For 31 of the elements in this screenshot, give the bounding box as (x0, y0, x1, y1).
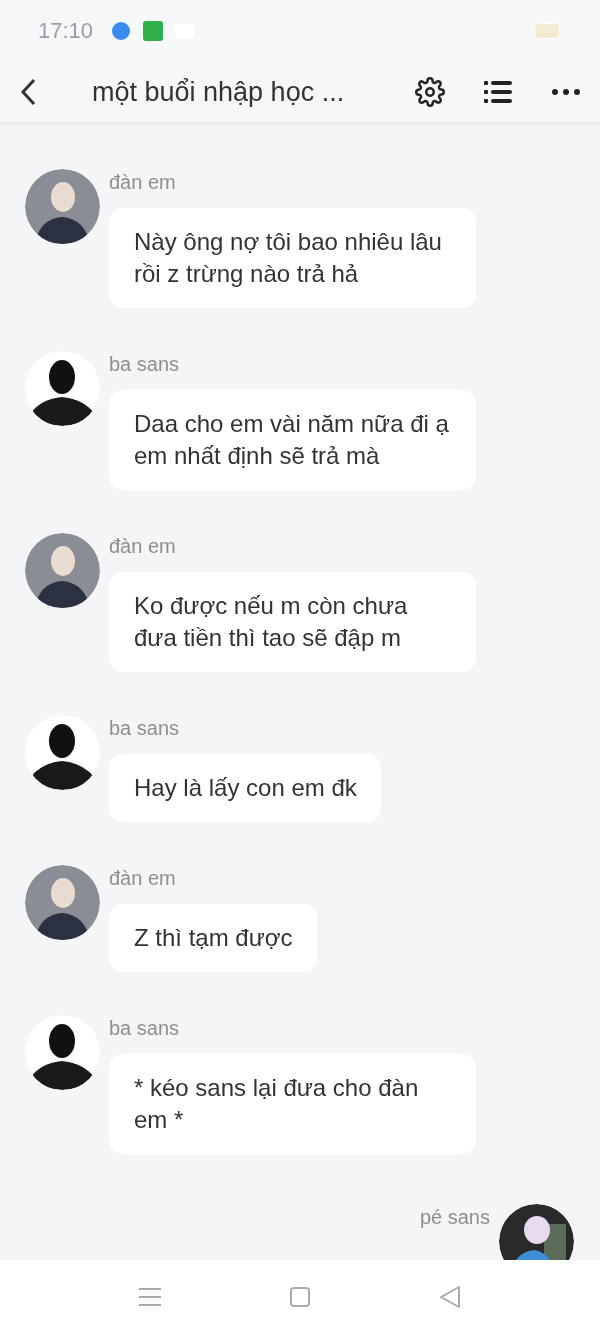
menu-icon (139, 1287, 161, 1306)
back-chevron-icon (20, 78, 36, 106)
message-bubble: Daa cho em vài năm nữa đi ạ em nhất định sẽ trả mà (109, 390, 476, 490)
settings-icon (415, 77, 445, 107)
sender-name: ba sans (109, 1017, 180, 1040)
list-icon (484, 80, 512, 104)
avatar-silhouette-icon (25, 715, 100, 790)
avatar-silhouette-icon (25, 1015, 100, 1090)
sender-name: đàn em (109, 867, 176, 890)
avatar-figure-icon (25, 169, 100, 244)
sender-name: ba sans (109, 717, 180, 740)
avatar-figure-icon (25, 865, 100, 940)
message-bubble: Hay là lấy con em đk (109, 754, 381, 822)
triangle-icon (439, 1284, 461, 1309)
status-time: 17:10 (38, 18, 94, 44)
sender-name: pé sans (419, 1206, 490, 1229)
battery-icon (534, 23, 562, 39)
avatar-silhouette-icon (25, 351, 100, 426)
message-bubble: * kéo sans lại đưa cho đàn em * (109, 1054, 476, 1154)
sender-name: đàn em (109, 171, 176, 194)
app-notification-icon (111, 21, 132, 41)
message-bubble: Này ông nợ tôi bao nhiêu lâu rồi z trừng nào trả hả (109, 208, 476, 308)
avatar-figure-icon (25, 533, 100, 608)
message-bubble: Ko được nếu m còn chưa đưa tiền thì tao sẽ đập m (109, 572, 476, 672)
square-icon (290, 1286, 310, 1307)
app-notification-icon (143, 21, 164, 41)
sender-name: ba sans (109, 353, 180, 376)
more-icon (552, 89, 580, 95)
chat-title: một buổi nhập học ... (92, 76, 346, 108)
sender-name: đàn em (109, 535, 176, 558)
message-bubble: Z thì tạm được (109, 904, 317, 972)
